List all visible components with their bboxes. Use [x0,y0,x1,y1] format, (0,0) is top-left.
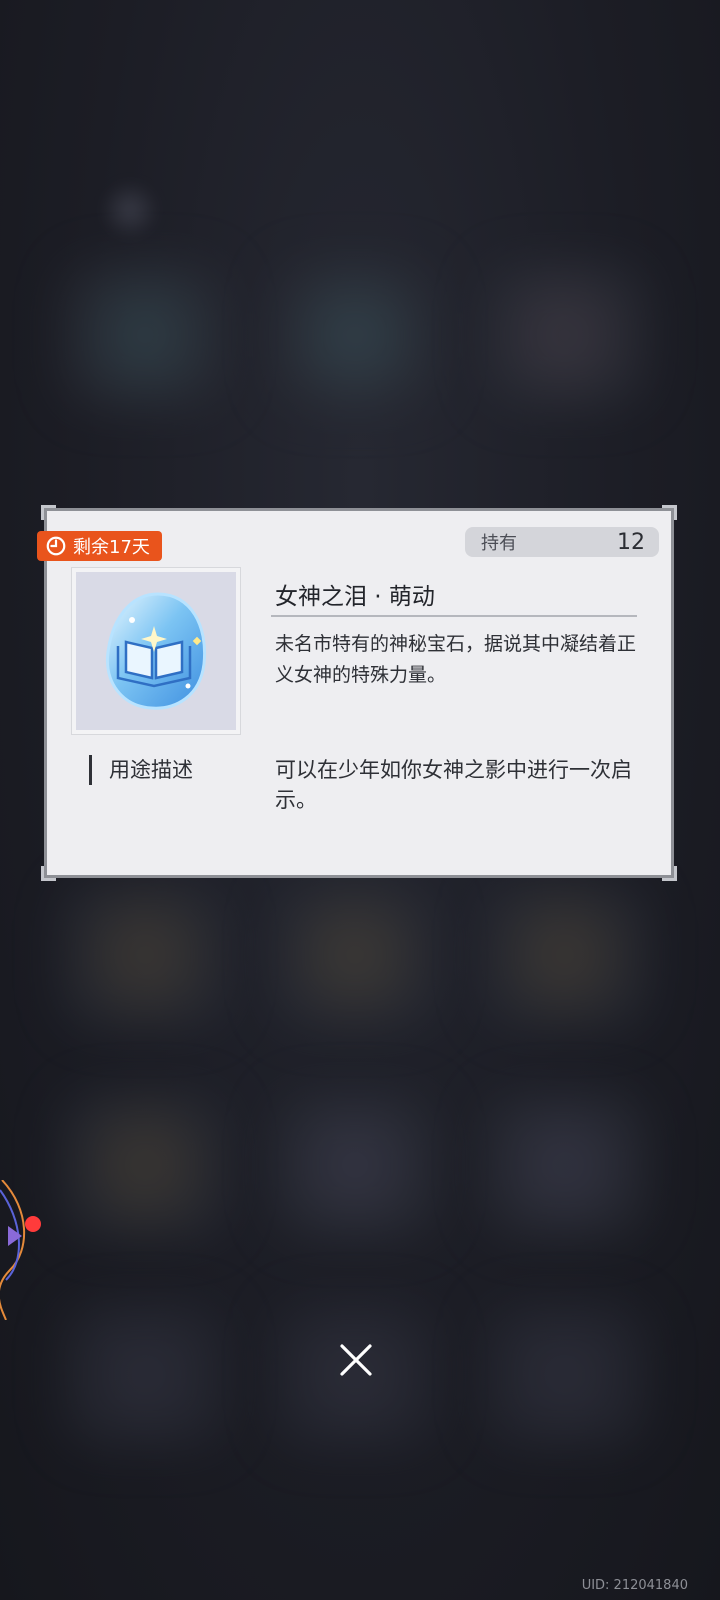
bg-blurred-tile [480,880,650,1030]
card-corner [41,866,56,881]
item-image-frame [71,567,241,735]
bg-blurred-tile [60,1090,230,1240]
usage-section-marker [89,755,92,785]
notification-dot [25,1216,41,1232]
bg-sparkle [100,180,160,240]
expiry-text: 剩余17天 [73,537,150,558]
bg-blurred-tile [480,1300,650,1450]
bg-blurred-tile [270,1090,440,1240]
item-name: 女神之泪 · 萌动 [275,584,435,610]
bg-blurred-tile [60,1300,230,1450]
owned-count-box: 持有 12 [465,527,659,557]
owned-label: 持有 [481,533,517,554]
bg-blurred-tile [480,1090,650,1240]
owned-count: 12 [617,529,645,555]
item-image [76,572,236,730]
clock-icon [46,536,66,556]
item-detail-card: 剩余17天 持有 12 女神之泪 · 萌动 未名市特有的神秘宝石，据说其中凝结着… [37,505,677,881]
card-corner [41,505,56,520]
bg-blurred-tile [480,260,650,410]
bg-blurred-tile [60,260,230,410]
gem-book-icon [105,592,207,710]
usage-label: 用途描述 [109,758,193,782]
card-corner [662,505,677,520]
expiry-badge: 剩余17天 [37,531,162,561]
usage-text: 可以在少年如你女神之影中进行一次启示。 [275,758,632,812]
name-divider [271,615,637,617]
floating-assistant-swirl-icon[interactable] [0,1180,40,1320]
bg-blurred-tile [60,880,230,1030]
card-corner [662,866,677,881]
bg-blurred-tile [270,260,440,410]
bg-blurred-tile [270,880,440,1030]
item-description: 未名市特有的神秘宝石，据说其中凝结着正义女神的特殊力量。 [275,633,637,686]
overlay-background[interactable]: 剩余17天 持有 12 女神之泪 · 萌动 未名市特有的神秘宝石，据说其中凝结着… [0,0,720,1600]
uid-label: UID: 212041840 [581,1578,688,1593]
close-icon [340,1344,372,1376]
close-button[interactable] [336,1340,376,1380]
